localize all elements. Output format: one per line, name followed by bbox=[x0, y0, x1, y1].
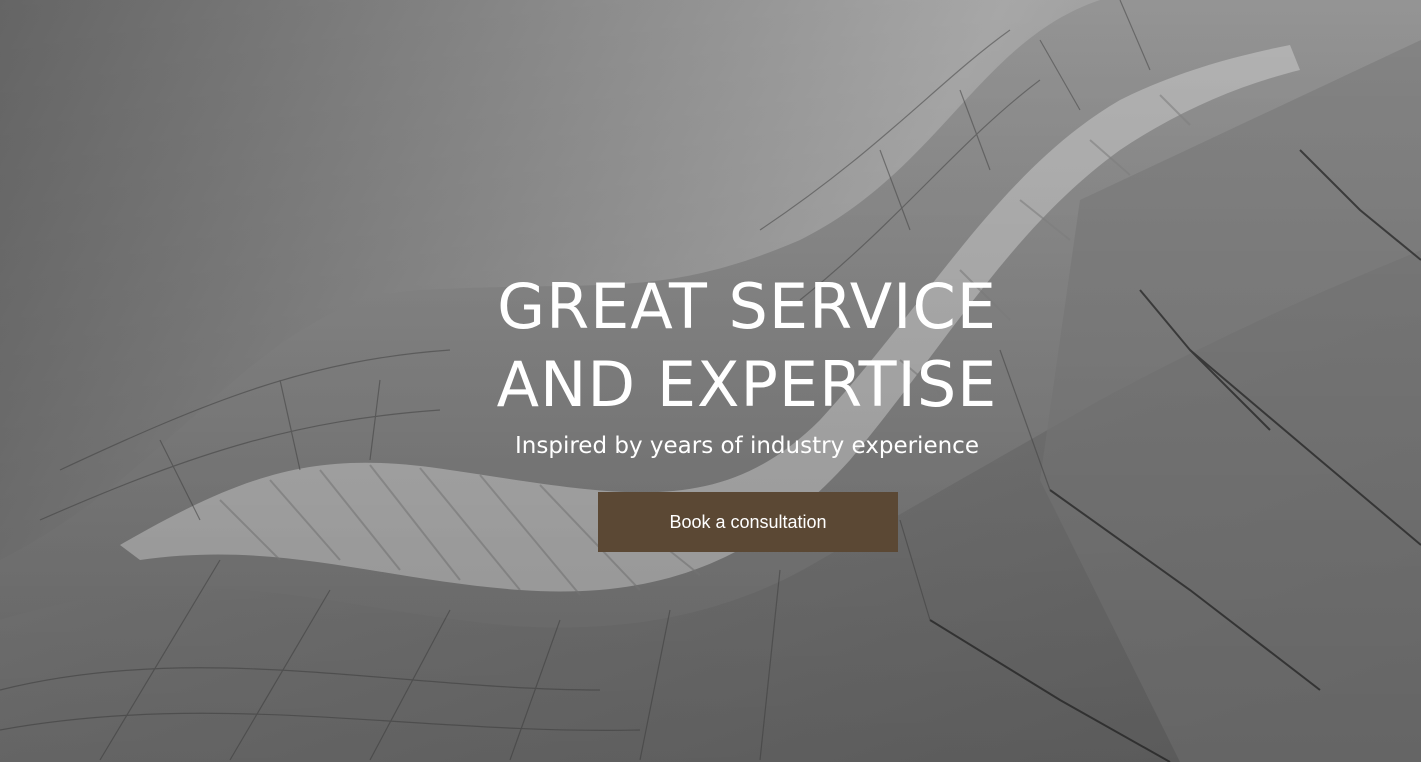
hero-headline-line-1: GREAT SERVICE bbox=[497, 270, 997, 343]
hero-headline: GREAT SERVICE AND EXPERTISE bbox=[0, 268, 1421, 424]
hero-section: GREAT SERVICE AND EXPERTISE Inspired by … bbox=[0, 0, 1421, 762]
hero-content: GREAT SERVICE AND EXPERTISE Inspired by … bbox=[0, 0, 1421, 762]
hero-headline-line-2: AND EXPERTISE bbox=[496, 348, 998, 421]
book-consultation-button[interactable]: Book a consultation bbox=[598, 492, 898, 552]
hero-subheadline: Inspired by years of industry experience bbox=[515, 433, 979, 459]
